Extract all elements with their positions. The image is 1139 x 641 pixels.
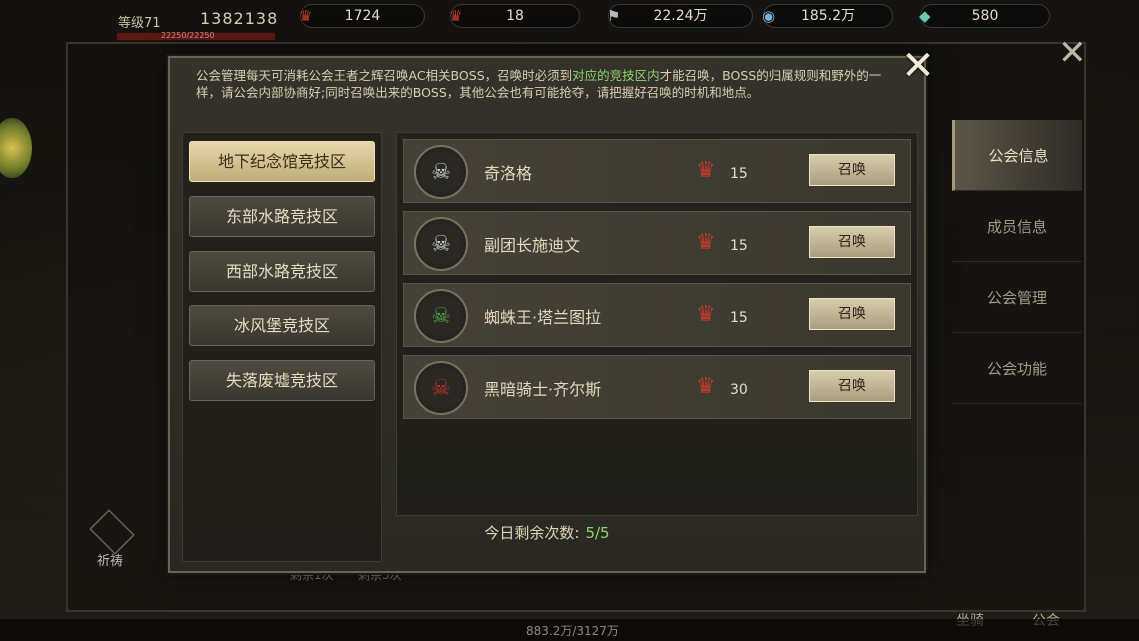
- boss-list: ☠ 奇洛格 ♛ 15 召唤 ☠ 副团长施迪文 ♛ 15 召唤 ☠ 蜘蛛王·塔兰图…: [396, 132, 918, 516]
- remaining-value: 5/5: [585, 524, 610, 542]
- arena-button-icewind[interactable]: 冰风堡竞技区: [189, 305, 375, 346]
- flag-icon: ⚑: [607, 7, 621, 25]
- player-hp-text: 22250/22250: [161, 31, 215, 40]
- notice-highlight: 对应的竞技区内: [572, 68, 660, 83]
- resource-value: 185.2万: [800, 8, 856, 24]
- resource-coin[interactable]: ◉ 185.2万: [762, 4, 893, 28]
- resource-crown-2[interactable]: ♛ 18: [449, 4, 580, 28]
- boss-name: 副团长施迪文: [484, 236, 581, 255]
- resource-crown-1[interactable]: ♛ 1724: [299, 4, 425, 28]
- arena-list: 地下纪念馆竞技区 东部水路竞技区 西部水路竞技区 冰风堡竞技区 失落废墟竞技区: [182, 132, 382, 562]
- boss-name: 奇洛格: [484, 164, 533, 183]
- crown-icon: ♛: [696, 230, 716, 255]
- tab-guild-info[interactable]: 公会信息: [952, 120, 1082, 191]
- player-hp-bar: 22250/22250: [116, 31, 276, 41]
- top-resource-bar: 等级71 1382138 22250/22250 ♛ 1724 ♛ 18 ⚑ 22.2…: [0, 0, 1139, 41]
- arena-button-west[interactable]: 西部水路竞技区: [189, 251, 375, 292]
- summon-button[interactable]: 召唤: [809, 370, 895, 402]
- boss-row: ☠ 副团长施迪文 ♛ 15 召唤: [403, 211, 911, 275]
- boss-emblem-icon: ☠: [414, 217, 468, 271]
- player-power: 1382138: [200, 9, 279, 28]
- player-info[interactable]: 等级71 1382138 22250/22250: [60, 6, 290, 42]
- close-icon[interactable]: ✕: [898, 46, 938, 86]
- boss-row: ☠ 黑暗骑士·齐尔斯 ♛ 30 召唤: [403, 355, 911, 419]
- boss-emblem-icon: ☠: [414, 361, 468, 415]
- tab-member-info[interactable]: 成员信息: [952, 191, 1082, 262]
- bottom-status-bar: 883.2万/3127万: [0, 619, 1139, 641]
- resource-value: 18: [506, 8, 524, 24]
- crown-icon: ♛: [696, 374, 716, 399]
- summon-button[interactable]: 召唤: [809, 298, 895, 330]
- summon-notice: 公会管理每天可消耗公会王者之辉召唤AC相关BOSS，召唤时必须到对应的竞技区内才…: [196, 67, 896, 101]
- tab-guild-function[interactable]: 公会功能: [952, 333, 1082, 404]
- tab-guild-manage[interactable]: 公会管理: [952, 262, 1082, 333]
- boss-emblem-icon: ☠: [414, 145, 468, 199]
- boss-summon-modal: 公会管理每天可消耗公会王者之辉召唤AC相关BOSS，召唤时必须到对应的竞技区内才…: [168, 46, 935, 573]
- boss-cost: 30: [730, 382, 748, 398]
- boss-row: ☠ 蜘蛛王·塔兰图拉 ♛ 15 召唤: [403, 283, 911, 347]
- resource-value: 580: [971, 8, 999, 24]
- crown-icon: ♛: [696, 302, 716, 327]
- resource-value: 22.24万: [653, 8, 708, 24]
- panel-close-icon[interactable]: ✕: [1058, 36, 1087, 70]
- boss-name: 蜘蛛王·塔兰图拉: [484, 308, 602, 327]
- guild-side-tabs: 公会信息 成员信息 公会管理 公会功能: [952, 120, 1082, 404]
- player-level: 等级71: [118, 16, 161, 31]
- remaining-label: 今日剩余次数:: [484, 524, 580, 542]
- arena-button-ruins[interactable]: 失落废墟竞技区: [189, 360, 375, 401]
- boss-name: 黑暗骑士·齐尔斯: [484, 380, 602, 399]
- arena-button-east[interactable]: 东部水路竞技区: [189, 196, 375, 237]
- notice-text-1: 公会管理每天可消耗公会王者之辉召唤AC相关BOSS，召唤时必须到: [196, 68, 573, 83]
- pray-label: 祈祷: [97, 554, 124, 569]
- crown-icon: ♛: [696, 158, 716, 183]
- coin-icon: ◉: [762, 7, 776, 25]
- gem-icon: ◆: [919, 7, 931, 25]
- boss-cost: 15: [730, 238, 748, 254]
- boss-cost: 15: [730, 166, 748, 182]
- arena-button-underground[interactable]: 地下纪念馆竞技区: [189, 141, 375, 182]
- crown-icon: ♛: [449, 7, 463, 25]
- resource-value: 1724: [344, 8, 381, 24]
- summon-button[interactable]: 召唤: [809, 154, 895, 186]
- summon-button[interactable]: 召唤: [809, 226, 895, 258]
- resource-flag[interactable]: ⚑ 22.24万: [607, 4, 753, 28]
- exp-status-text: 883.2万/3127万: [526, 624, 619, 638]
- resource-gem[interactable]: ◆ 580: [919, 4, 1050, 28]
- remaining-summons: 今日剩余次数: 5/5: [170, 522, 924, 543]
- crown-icon: ♛: [299, 7, 313, 25]
- boss-cost: 15: [730, 310, 748, 326]
- boss-row: ☠ 奇洛格 ♛ 15 召唤: [403, 139, 911, 203]
- boss-emblem-icon: ☠: [414, 289, 468, 343]
